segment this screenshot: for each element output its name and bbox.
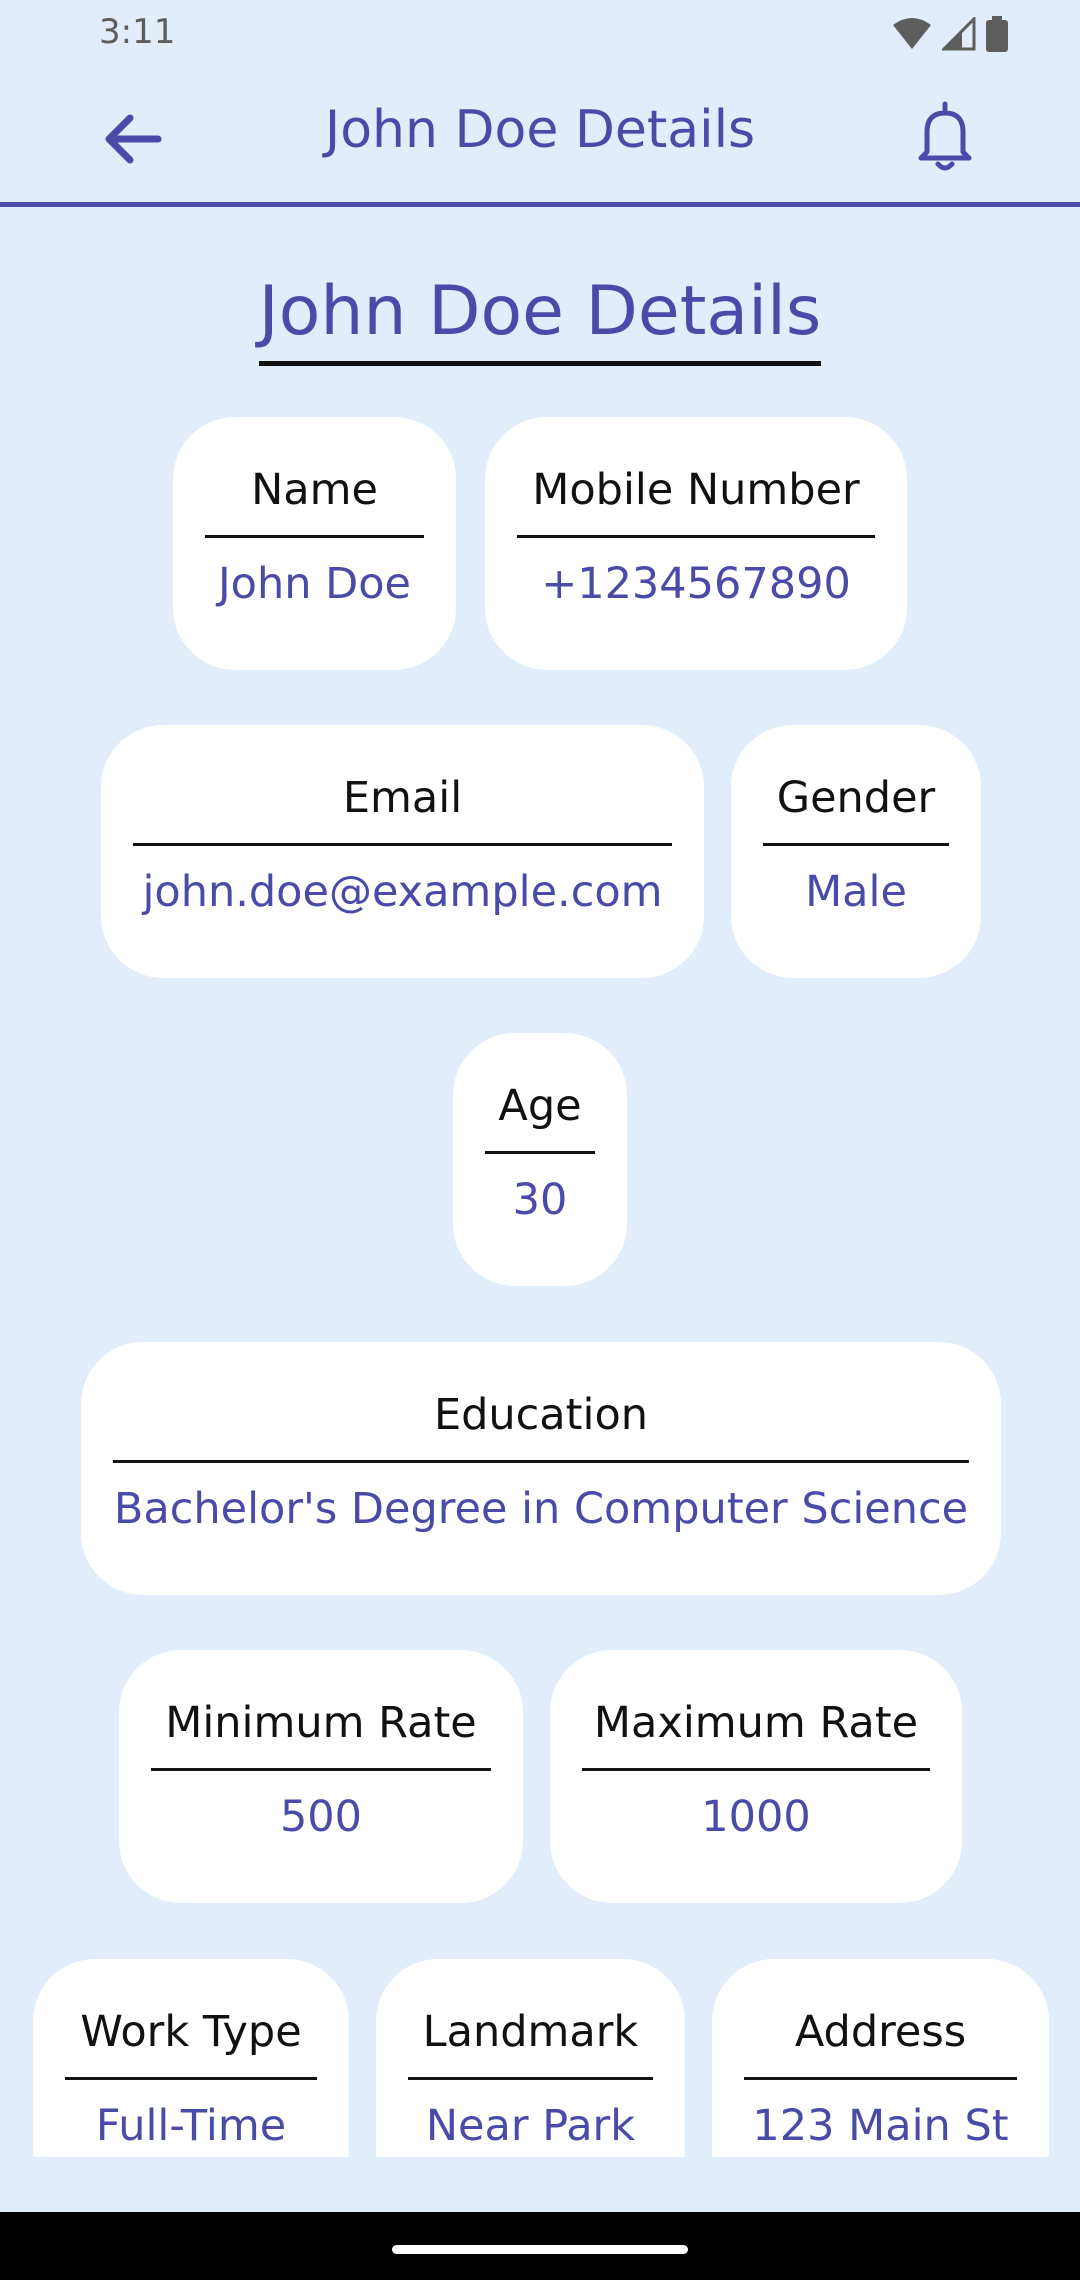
battery-icon <box>986 16 1008 52</box>
email-card: Email john.doe@example.com <box>101 725 704 978</box>
education-label: Education <box>113 1390 969 1463</box>
address-card: Address 123 Main St <box>712 1959 1049 2157</box>
education-card: Education Bachelor's Degree in Computer … <box>81 1342 1001 1595</box>
age-value: 30 <box>512 1175 568 1225</box>
landmark-card: Landmark Near Park <box>376 1959 685 2157</box>
cellular-signal-icon <box>942 17 976 51</box>
details-content: Name John Doe Mobile Number +1234567890 … <box>0 207 1080 2157</box>
max-rate-card: Maximum Rate 1000 <box>550 1650 962 1903</box>
email-label: Email <box>133 773 672 846</box>
work-type-label: Work Type <box>65 2007 317 2080</box>
bell-icon <box>918 101 972 171</box>
name-label: Name <box>205 465 424 538</box>
wifi-icon <box>893 18 931 49</box>
work-type-card: Work Type Full-Time <box>33 1959 349 2157</box>
age-label: Age <box>485 1081 595 1154</box>
max-rate-label: Maximum Rate <box>582 1698 930 1771</box>
gender-card: Gender Male <box>731 725 981 978</box>
app-bar: John Doe Details <box>0 66 1080 207</box>
status-icons <box>892 16 1008 52</box>
education-value: Bachelor's Degree in Computer Science <box>113 1484 969 1534</box>
age-card: Age 30 <box>453 1033 627 1286</box>
notifications-button[interactable] <box>905 96 985 176</box>
status-time: 3:11 <box>99 12 176 52</box>
max-rate-value: 1000 <box>701 1792 811 1842</box>
name-card: Name John Doe <box>173 417 456 670</box>
min-rate-value: 500 <box>279 1792 363 1842</box>
mobile-card: Mobile Number +1234567890 <box>485 417 907 670</box>
email-value: john.doe@example.com <box>142 867 663 917</box>
landmark-value: Near Park <box>425 2101 636 2151</box>
mobile-label: Mobile Number <box>517 465 875 538</box>
min-rate-card: Minimum Rate 500 <box>119 1650 523 1903</box>
mobile-value: +1234567890 <box>541 559 851 609</box>
address-label: Address <box>744 2007 1017 2080</box>
name-value: John Doe <box>217 559 412 609</box>
landmark-label: Landmark <box>408 2007 653 2080</box>
status-bar: 3:11 <box>0 0 1080 66</box>
address-value: 123 Main St <box>752 2101 1009 2151</box>
min-rate-label: Minimum Rate <box>151 1698 491 1771</box>
work-type-value: Full-Time <box>95 2101 287 2151</box>
system-navigation-bar <box>0 2212 1080 2280</box>
home-gesture-handle[interactable] <box>392 2245 688 2254</box>
gender-label: Gender <box>763 773 949 846</box>
gender-value: Male <box>805 867 907 917</box>
